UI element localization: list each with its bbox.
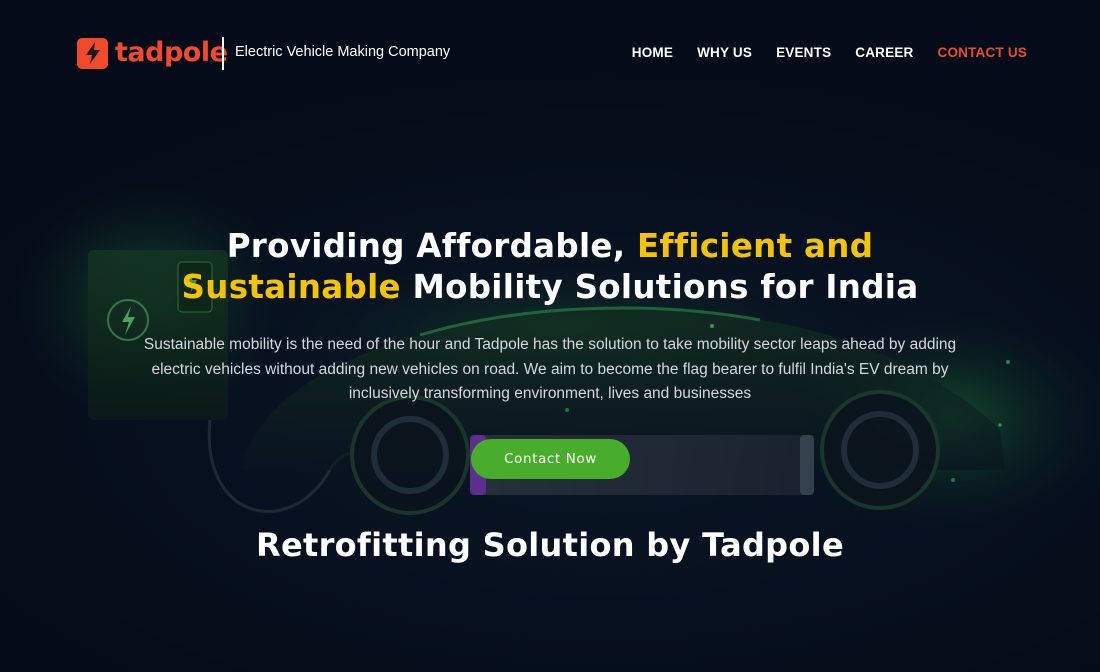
lightning-bolt-icon <box>77 37 108 69</box>
page: tadpole Electric Vehicle Making Company … <box>0 0 1100 672</box>
nav-home[interactable]: HOME <box>632 45 673 60</box>
site-header: tadpole Electric Vehicle Making Company … <box>0 0 1100 106</box>
hero-title-part1: Providing Affordable, <box>226 227 637 265</box>
company-tagline: Electric Vehicle Making Company <box>235 44 451 60</box>
hero-title-part2: Mobility Solutions for India <box>400 268 919 306</box>
contact-now-button[interactable]: Contact Now <box>471 439 630 479</box>
section-title: Retrofitting Solution by Tadpole <box>256 526 844 564</box>
logo[interactable]: tadpole Electric Vehicle Making Company <box>77 37 450 70</box>
nav-events[interactable]: EVENTS <box>776 45 831 60</box>
hero-description: Sustainable mobility is the need of the … <box>143 336 957 402</box>
main-nav: HOME WHY US EVENTS CAREER CONTACT US <box>608 45 1027 60</box>
nav-why-us[interactable]: WHY US <box>697 45 752 60</box>
logo-divider <box>222 37 224 70</box>
nav-contact-us[interactable]: CONTACT US <box>938 45 1028 60</box>
hero-title: Providing Affordable, Efficient and Sust… <box>150 226 950 308</box>
logo-wordmark: tadpole <box>115 37 228 68</box>
nav-career[interactable]: CAREER <box>855 45 913 60</box>
